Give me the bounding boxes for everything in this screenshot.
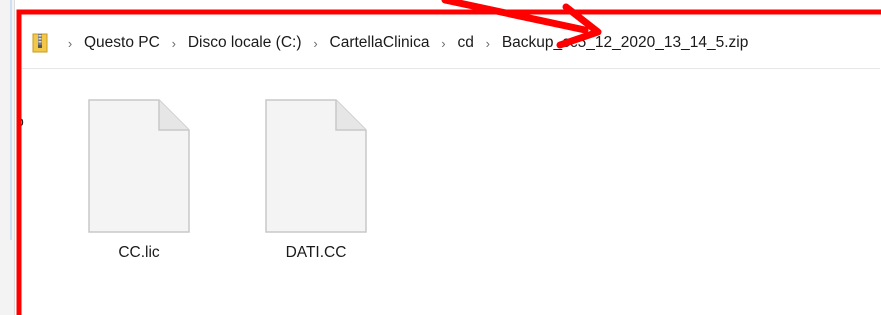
chevron-right-icon[interactable]: › (476, 36, 500, 51)
breadcrumb-cd[interactable]: cd (455, 32, 475, 54)
document-icon (88, 99, 190, 233)
address-bar[interactable]: › Questo PC › Disco locale (C:) › Cartel… (22, 16, 880, 69)
breadcrumb-zip-file[interactable]: Backup_cc5_12_2020_13_14_5.zip (500, 32, 751, 54)
chevron-right-icon[interactable]: › (58, 36, 82, 51)
chevron-right-icon[interactable]: › (431, 36, 455, 51)
document-icon (265, 99, 367, 233)
file-item-dati-cc[interactable]: DATI.CC (246, 98, 386, 262)
file-name: CC.lic (118, 244, 160, 261)
background-window-strip (0, 0, 15, 315)
file-name: DATI.CC (285, 244, 347, 261)
breadcrumb-disco-locale[interactable]: Disco locale (C:) (186, 32, 304, 54)
file-list: CC.lic DATI.CC (22, 68, 880, 315)
breadcrumb: › Questo PC › Disco locale (C:) › Cartel… (32, 29, 750, 57)
chevron-right-icon[interactable]: › (162, 36, 186, 51)
zip-folder-icon (32, 33, 48, 53)
chevron-right-icon[interactable]: › (304, 36, 328, 51)
breadcrumb-questo-pc[interactable]: Questo PC (82, 32, 162, 54)
file-item-cc-lic[interactable]: CC.lic (69, 98, 209, 262)
background-window-border (10, 0, 12, 240)
breadcrumb-cartellaclinica[interactable]: CartellaClinica (328, 32, 432, 54)
